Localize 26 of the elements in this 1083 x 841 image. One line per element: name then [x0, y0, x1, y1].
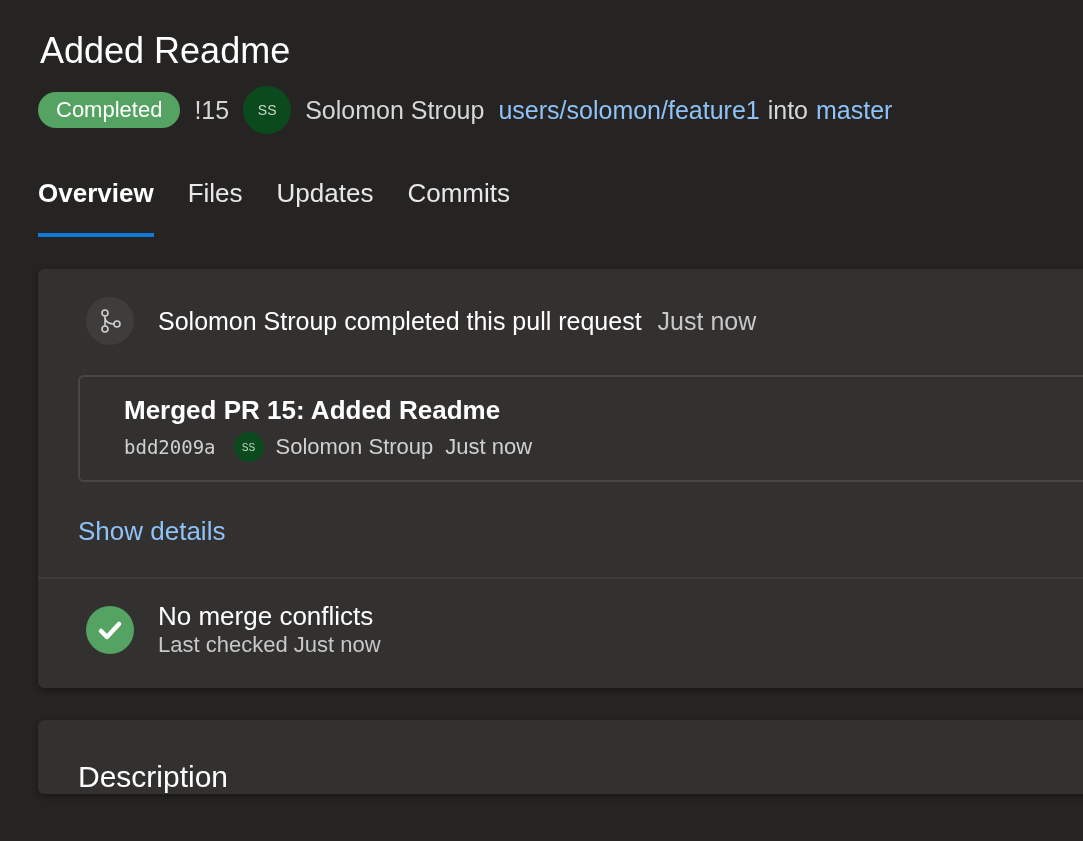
merge-status-subtitle: Last checked Just now: [158, 632, 381, 658]
page-title: Added Readme: [40, 30, 292, 72]
activity-time: Just now: [657, 306, 757, 336]
status-badge: Completed: [38, 92, 181, 128]
commit-time: Just now: [445, 434, 533, 460]
check-circle-icon: [86, 605, 134, 654]
tab[interactable]: Overview: [38, 178, 154, 237]
tab[interactable]: Updates: [276, 178, 374, 237]
branch-merge-icon: [86, 297, 134, 345]
target-branch-link[interactable]: master: [816, 95, 893, 125]
commit-hash[interactable]: bdd2009a: [124, 436, 216, 458]
into-text: into: [767, 95, 808, 125]
avatar: SS: [233, 432, 264, 462]
description-heading: Description: [77, 759, 230, 794]
author-name: Solomon Stroup: [305, 95, 485, 125]
pr-number: !15: [194, 95, 230, 125]
tab[interactable]: Commits: [407, 178, 510, 237]
source-branch-link[interactable]: users/solomon/feature1: [498, 95, 760, 125]
tab[interactable]: Files: [187, 178, 243, 237]
commit-author: Solomon Stroup: [275, 434, 434, 460]
activity-message: Solomon Stroup completed this pull request: [158, 306, 642, 336]
merge-status-title: No merge conflicts: [158, 601, 375, 632]
avatar: SS: [243, 86, 292, 134]
commit-card[interactable]: Merged PR 15: Added Readme bdd2009a SS Solomon Stroup Just now: [78, 375, 1083, 482]
show-details-link[interactable]: Show details: [78, 516, 226, 547]
commit-title: Merged PR 15: Added Readme: [124, 395, 502, 426]
